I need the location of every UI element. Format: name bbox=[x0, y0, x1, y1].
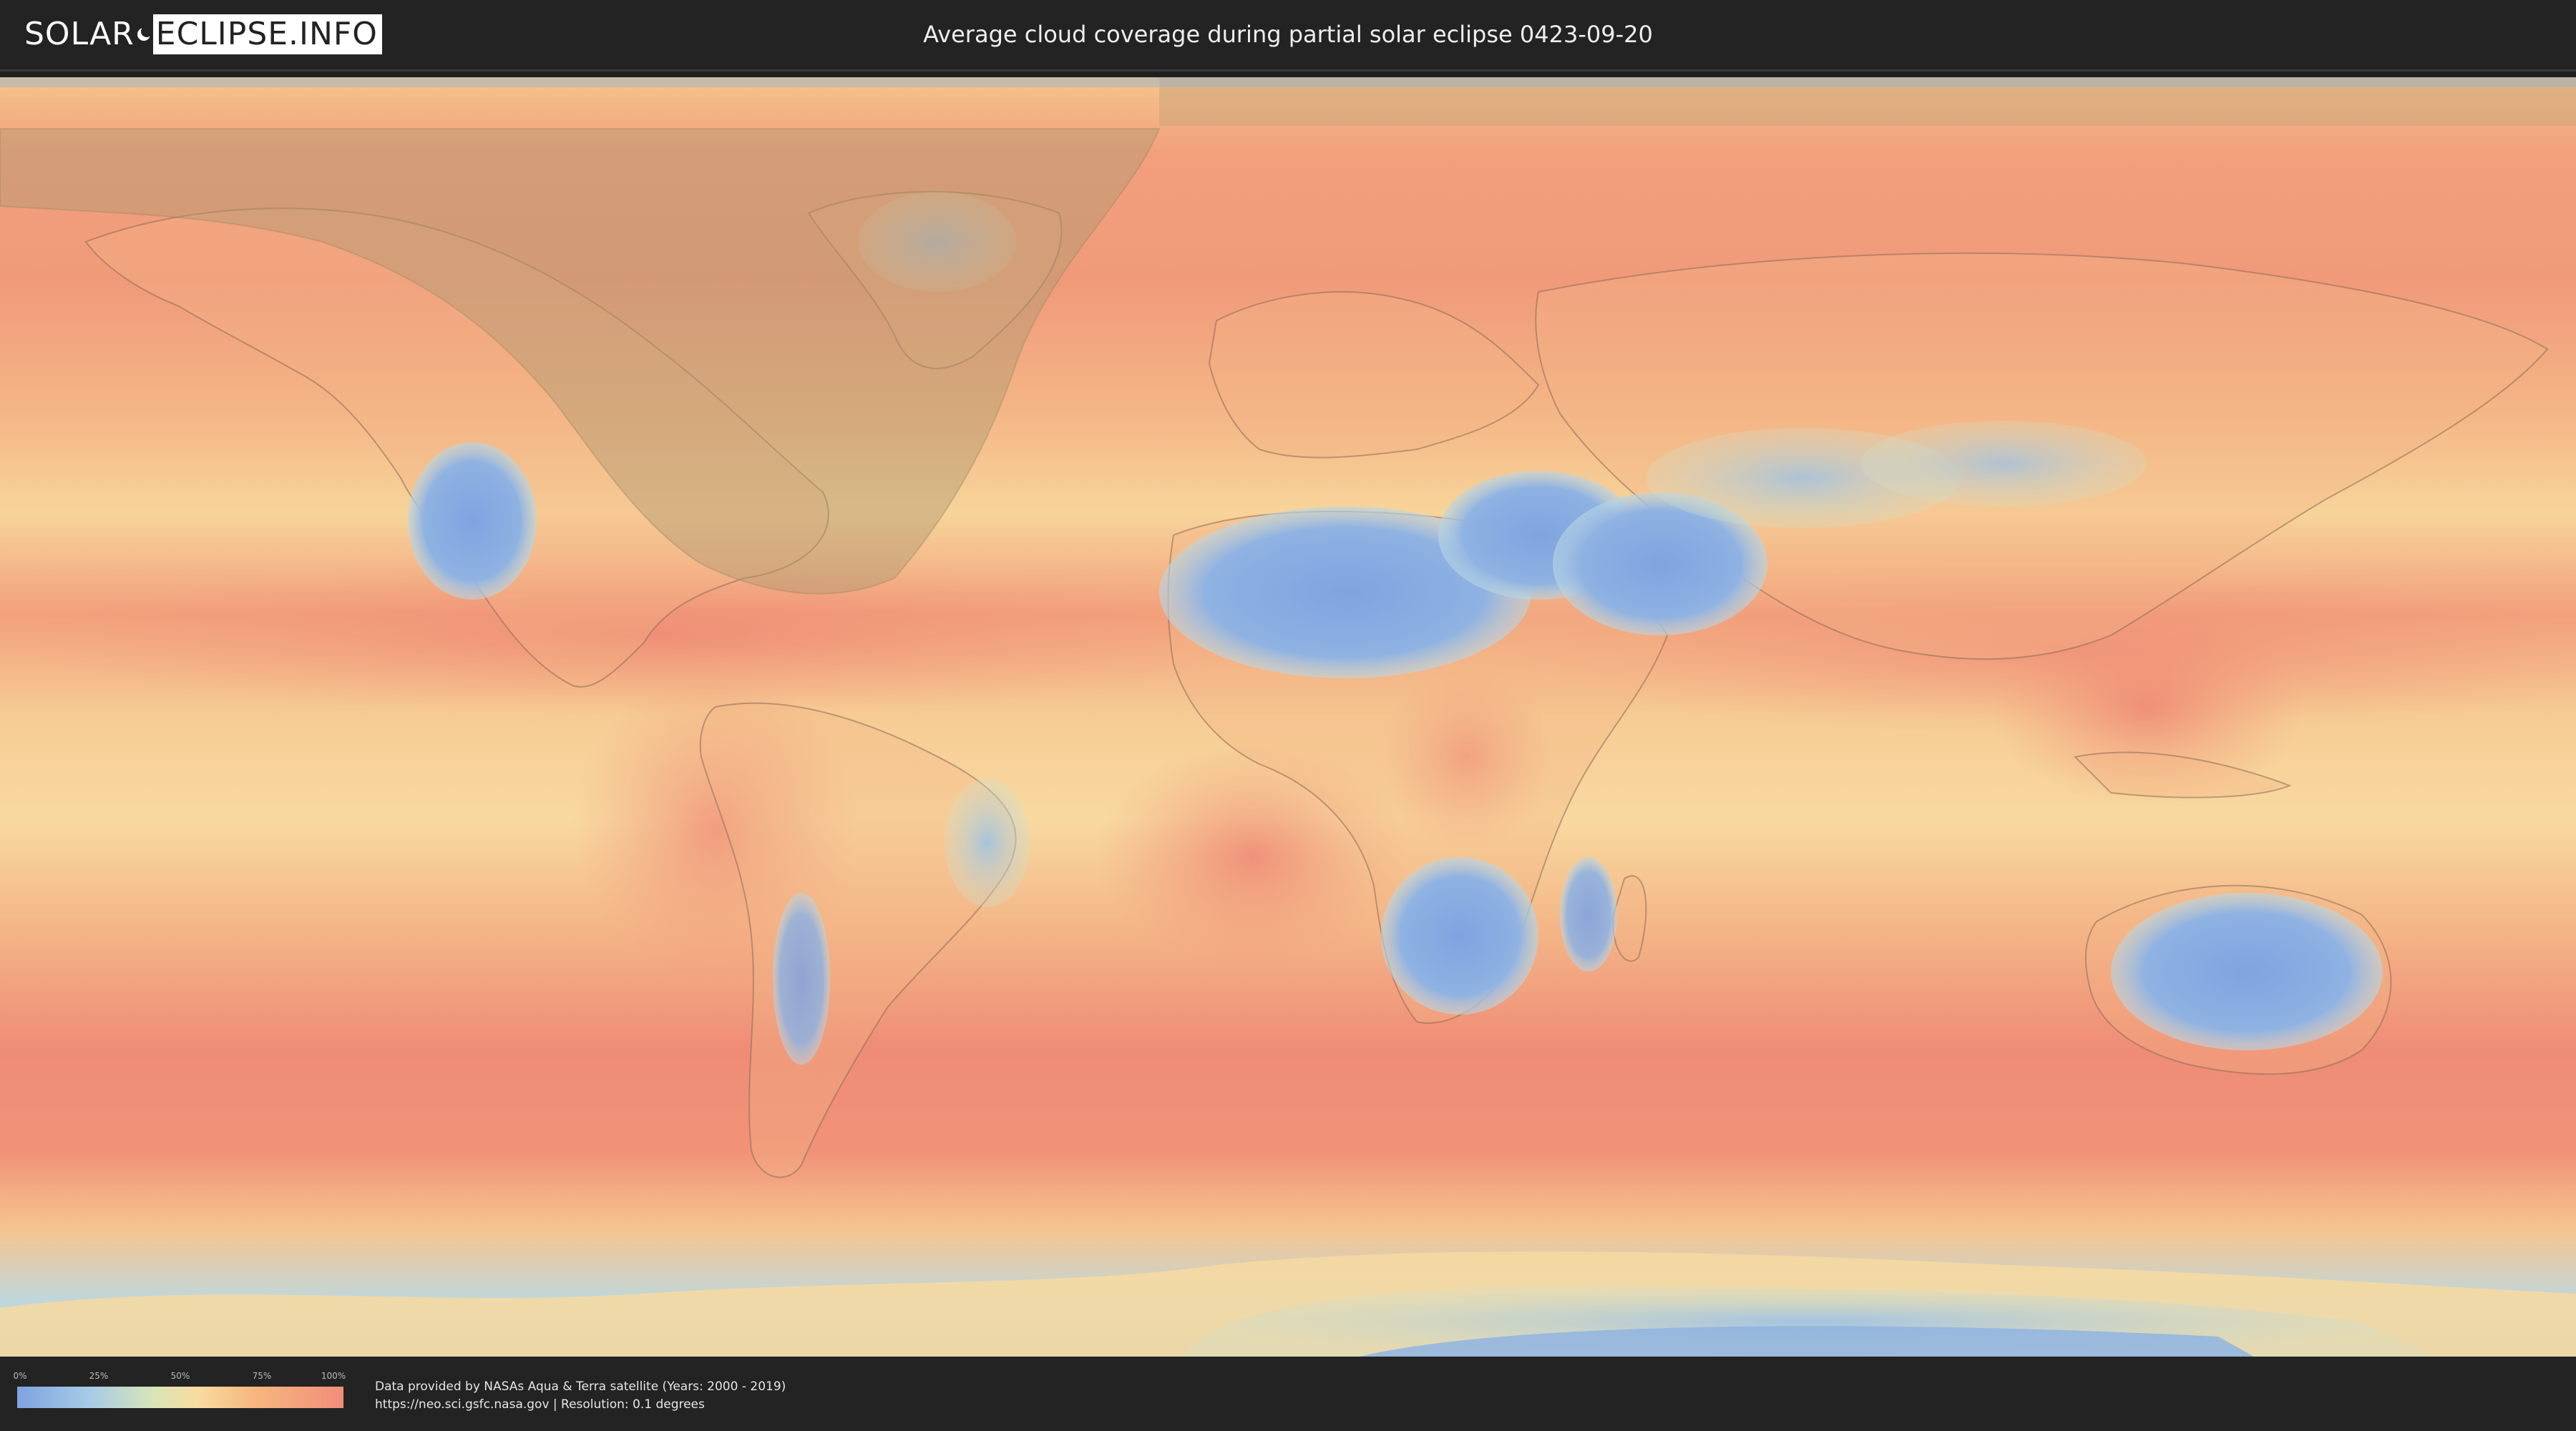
legend-tick-50: 50% bbox=[170, 1371, 190, 1381]
world-map-svg bbox=[0, 77, 2576, 1357]
cloud-coverage-legend: 0% 25% 50% 75% 100% bbox=[13, 1371, 346, 1408]
credit-line-source: Data provided by NASAs Aqua & Terra sate… bbox=[375, 1379, 786, 1394]
header-bar: SOLAR ECLIPSE.INFO Average cloud coverag… bbox=[0, 0, 2576, 72]
legend-ticks: 0% 25% 50% 75% 100% bbox=[13, 1371, 346, 1387]
legend-tick-0: 0% bbox=[13, 1371, 27, 1381]
cloud-coverage-map[interactable] bbox=[0, 77, 2576, 1357]
legend-tick-25: 25% bbox=[89, 1371, 109, 1381]
footer-bar: 0% 25% 50% 75% 100% Data provided by NAS… bbox=[0, 1357, 2576, 1431]
data-credits: Data provided by NASAs Aqua & Terra sate… bbox=[375, 1378, 786, 1414]
legend-tick-100: 100% bbox=[321, 1371, 346, 1381]
legend-color-bar bbox=[17, 1387, 343, 1408]
credit-line-url[interactable]: https://neo.sci.gsfc.nasa.gov | Resoluti… bbox=[375, 1396, 786, 1414]
legend-tick-75: 75% bbox=[252, 1371, 272, 1381]
page-title: Average cloud coverage during partial so… bbox=[923, 21, 1653, 48]
